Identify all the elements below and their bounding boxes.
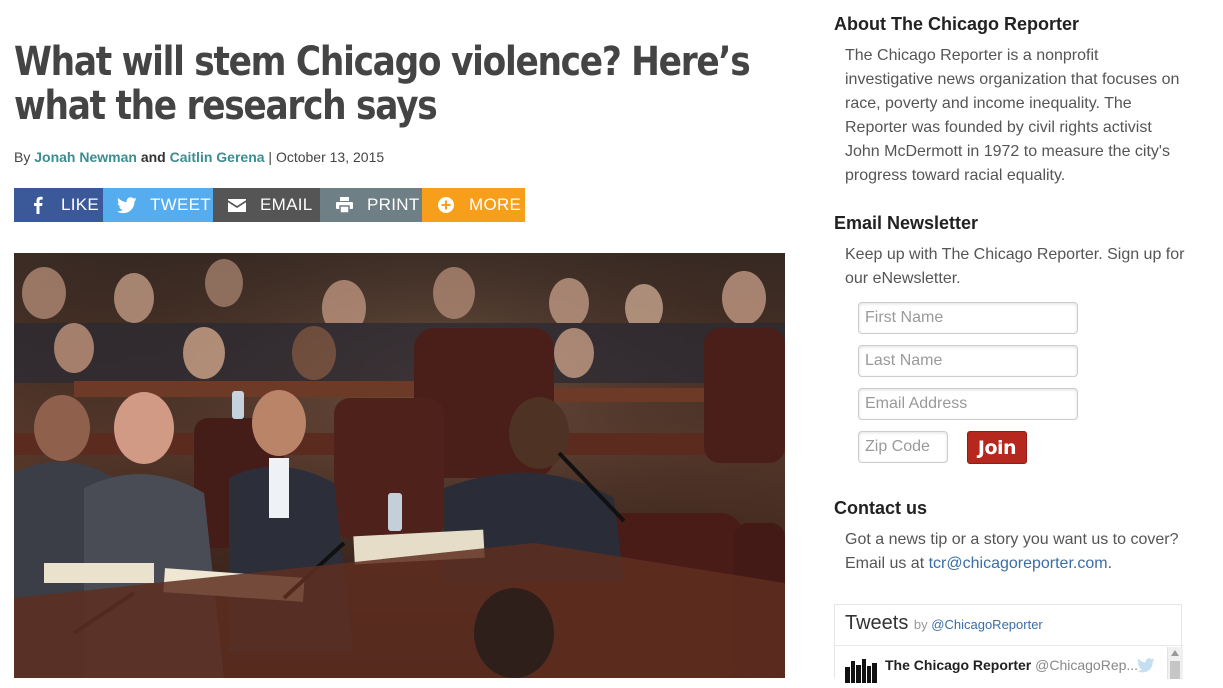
byline: By Jonah Newman and Caitlin Gerena | Oct…: [14, 149, 384, 165]
tweet-label: TWEET: [150, 195, 211, 214]
contact-email-link[interactable]: tcr@chicagoreporter.com: [929, 555, 1108, 572]
twitter-widget: Tweets by @ChicagoReporter The Chicago R…: [834, 604, 1183, 683]
tweets-scrollbar[interactable]: [1167, 647, 1183, 679]
facebook-icon: [27, 195, 49, 215]
byline-and: and: [140, 149, 166, 165]
tweets-handle-link[interactable]: @ChicagoReporter: [931, 617, 1042, 632]
byline-prefix: By: [14, 149, 31, 165]
first-name-field[interactable]: [858, 302, 1078, 334]
more-share-button[interactable]: MORE: [422, 188, 525, 222]
print-button[interactable]: PRINT: [320, 188, 422, 222]
contact-text-suffix: .: [1107, 555, 1113, 572]
contact-body: Got a news tip or a story you want us to…: [845, 528, 1185, 576]
newsletter-title: Email Newsletter: [834, 213, 979, 233]
tweets-header: Tweets by @ChicagoReporter: [845, 612, 1043, 635]
email-share-button[interactable]: EMAIL: [213, 188, 320, 222]
twitter-icon: [116, 195, 138, 215]
scroll-up-icon[interactable]: [1171, 650, 1179, 656]
about-title: About The Chicago Reporter: [834, 14, 1080, 34]
tweets-title: Tweets: [845, 612, 909, 634]
zip-code-field[interactable]: [858, 431, 948, 463]
email-address-field[interactable]: [858, 388, 1078, 420]
tweet-author-handle: @ChicagoRep...: [1035, 657, 1139, 673]
last-name-field[interactable]: [858, 345, 1078, 377]
tweet-author[interactable]: The Chicago Reporter @ChicagoRep...: [885, 657, 1138, 673]
contact-title: Contact us: [834, 498, 928, 518]
plus-circle-icon: [435, 195, 457, 215]
printer-icon: [333, 195, 355, 215]
tweets-divider: [835, 645, 1183, 646]
twitter-bird-icon[interactable]: [1136, 658, 1155, 678]
tweet-author-name: The Chicago Reporter: [885, 657, 1032, 673]
scroll-thumb[interactable]: [1170, 661, 1180, 679]
author-link-1[interactable]: Jonah Newman: [34, 149, 137, 165]
share-bar: LIKE TWEET EMAIL PRINT MORE: [14, 188, 525, 222]
envelope-icon: [226, 195, 248, 215]
tweets-by: by: [913, 617, 928, 632]
author-link-2[interactable]: Caitlin Gerena: [170, 149, 265, 165]
print-label: PRINT: [367, 195, 420, 214]
byline-separator: |: [268, 149, 273, 165]
tweet-button[interactable]: TWEET: [103, 188, 213, 222]
like-button[interactable]: LIKE: [14, 188, 103, 222]
newsletter-body: Keep up with The Chicago Reporter. Sign …: [845, 246, 1185, 287]
more-label: MORE: [469, 195, 522, 214]
email-share-label: EMAIL: [260, 195, 313, 214]
join-button[interactable]: Join: [967, 431, 1027, 464]
article-headline: What will stem Chicago violence? Here’s …: [14, 39, 751, 129]
like-label: LIKE: [61, 195, 100, 214]
tweet-item[interactable]: The Chicago Reporter @ChicagoRep...: [845, 655, 1165, 685]
article-photo[interactable]: [14, 253, 785, 678]
about-body: The Chicago Reporter is a nonprofit inve…: [845, 47, 1180, 184]
avatar[interactable]: [845, 657, 877, 683]
publish-date: October 13, 2015: [275, 149, 385, 165]
